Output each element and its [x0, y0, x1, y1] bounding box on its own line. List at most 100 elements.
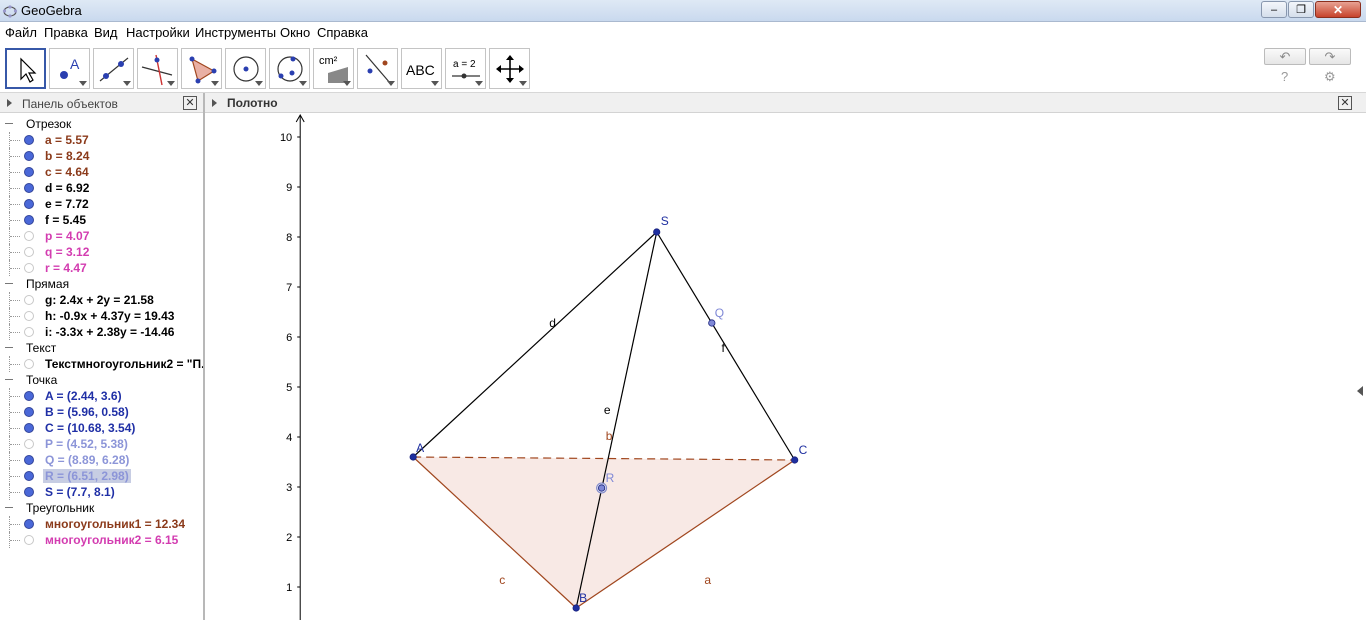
- slider-tool[interactable]: a = 2: [445, 48, 486, 89]
- visibility-toggle-icon[interactable]: [24, 311, 34, 321]
- visibility-toggle-icon[interactable]: [24, 391, 34, 401]
- menu-edit[interactable]: Правка: [44, 25, 88, 40]
- chevron-down-icon: [79, 81, 87, 86]
- collapse-minus-icon[interactable]: [5, 283, 13, 284]
- visibility-toggle-icon[interactable]: [24, 183, 34, 193]
- help-icon[interactable]: ?: [1281, 69, 1288, 84]
- visibility-toggle-icon[interactable]: [24, 535, 34, 545]
- graphics-view-close-button[interactable]: ✕: [1338, 96, 1352, 110]
- segment-label-b: b: [606, 429, 613, 443]
- visibility-toggle-icon[interactable]: [24, 151, 34, 161]
- object-row[interactable]: q = 3.12: [0, 244, 203, 260]
- settings-icon[interactable]: ⚙: [1324, 69, 1336, 85]
- point-s[interactable]: [653, 228, 661, 236]
- visibility-toggle-icon[interactable]: [24, 407, 34, 417]
- visibility-toggle-icon[interactable]: [24, 135, 34, 145]
- point-c[interactable]: [791, 456, 799, 464]
- object-row[interactable]: многоугольник2 = 6.15: [0, 532, 203, 548]
- point-label-a: A: [416, 441, 424, 455]
- object-row[interactable]: h: -0.9x + 4.37y = 19.43: [0, 308, 203, 324]
- object-row[interactable]: Текстмногоугольник2 = "П...: [0, 356, 203, 372]
- visibility-toggle-icon[interactable]: [24, 199, 34, 209]
- visibility-toggle-icon[interactable]: [24, 423, 34, 433]
- object-row[interactable]: C = (10.68, 3.54): [0, 420, 203, 436]
- redo-button[interactable]: ↷: [1309, 48, 1351, 65]
- object-definition: a = 5.57: [45, 133, 89, 147]
- collapse-minus-icon[interactable]: [5, 507, 13, 508]
- segment-label-c: c: [499, 573, 505, 587]
- collapse-minus-icon[interactable]: [5, 123, 13, 124]
- object-row[interactable]: a = 5.57: [0, 132, 203, 148]
- y-axis-tick-label: 5: [286, 382, 292, 394]
- visibility-toggle-icon[interactable]: [24, 455, 34, 465]
- visibility-toggle-icon[interactable]: [24, 295, 34, 305]
- undo-button[interactable]: ↶: [1264, 48, 1306, 65]
- visibility-toggle-icon[interactable]: [24, 263, 34, 273]
- algebra-view-close-button[interactable]: ✕: [183, 96, 197, 110]
- close-button[interactable]: ✕: [1315, 1, 1361, 18]
- circle-tool[interactable]: [225, 48, 266, 89]
- object-row[interactable]: S = (7.7, 8.1): [0, 484, 203, 500]
- measure-tool[interactable]: cm²: [313, 48, 354, 89]
- segment-f[interactable]: [656, 231, 796, 461]
- menu-window[interactable]: Окно: [280, 25, 310, 40]
- perpendicular-tool[interactable]: [137, 48, 178, 89]
- visibility-toggle-icon[interactable]: [24, 327, 34, 337]
- visibility-toggle-icon[interactable]: [24, 167, 34, 177]
- object-row[interactable]: B = (5.96, 0.58): [0, 404, 203, 420]
- menu-tools[interactable]: Инструменты: [195, 25, 276, 40]
- visibility-toggle-icon[interactable]: [24, 471, 34, 481]
- tree-line: [10, 188, 20, 189]
- object-row[interactable]: c = 4.64: [0, 164, 203, 180]
- reflect-tool[interactable]: [357, 48, 398, 89]
- point-r[interactable]: [598, 484, 606, 492]
- object-row[interactable]: R = (6.51, 2.98): [0, 468, 203, 484]
- menu-settings[interactable]: Настройки: [126, 25, 190, 40]
- object-row[interactable]: A = (2.44, 3.6): [0, 388, 203, 404]
- object-row[interactable]: e = 7.72: [0, 196, 203, 212]
- maximize-button[interactable]: ❐: [1288, 1, 1314, 18]
- menu-help[interactable]: Справка: [317, 25, 368, 40]
- move-view-tool[interactable]: [489, 48, 530, 89]
- object-definition: p = 4.07: [45, 229, 90, 243]
- line-tool[interactable]: [93, 48, 134, 89]
- object-row[interactable]: i: -3.3x + 2.38y = -14.46: [0, 324, 203, 340]
- graphics-canvas[interactable]: 1 2 3 4 5 6 7 8 9 10 a b c d e f A B C S Q R: [205, 114, 1366, 620]
- menu-view[interactable]: Вид: [94, 25, 118, 40]
- object-row[interactable]: b = 8.24: [0, 148, 203, 164]
- object-row[interactable]: Q = (8.89, 6.28): [0, 452, 203, 468]
- object-row[interactable]: g: 2.4x + 2y = 21.58: [0, 292, 203, 308]
- object-row[interactable]: многоугольник1 = 12.34: [0, 516, 203, 532]
- object-row[interactable]: d = 6.92: [0, 180, 203, 196]
- visibility-toggle-icon[interactable]: [24, 439, 34, 449]
- visibility-toggle-icon[interactable]: [24, 487, 34, 497]
- visibility-toggle-icon[interactable]: [24, 247, 34, 257]
- object-row[interactable]: r = 4.47: [0, 260, 203, 276]
- collapse-arrow-icon[interactable]: [212, 99, 217, 107]
- visibility-toggle-icon[interactable]: [24, 231, 34, 241]
- point-b[interactable]: [572, 604, 580, 612]
- menu-file[interactable]: Файл: [5, 25, 37, 40]
- visibility-toggle-icon[interactable]: [24, 215, 34, 225]
- maximize-icon: ❐: [1296, 4, 1306, 16]
- sidebar-toggle-icon[interactable]: [1357, 386, 1363, 396]
- object-row[interactable]: P = (4.52, 5.38): [0, 436, 203, 452]
- object-row[interactable]: f = 5.45: [0, 212, 203, 228]
- collapse-minus-icon[interactable]: [5, 379, 13, 380]
- visibility-toggle-icon[interactable]: [24, 519, 34, 529]
- collapse-arrow-icon[interactable]: [7, 99, 12, 107]
- object-row[interactable]: p = 4.07: [0, 228, 203, 244]
- minimize-button[interactable]: –: [1261, 1, 1287, 18]
- point-q[interactable]: [708, 319, 716, 327]
- collapse-minus-icon[interactable]: [5, 347, 13, 348]
- object-definition: q = 3.12: [45, 245, 90, 259]
- conic-tool[interactable]: [269, 48, 310, 89]
- segment-d[interactable]: [412, 231, 658, 458]
- point-tool[interactable]: A: [49, 48, 90, 89]
- visibility-toggle-icon[interactable]: [24, 359, 34, 369]
- text-tool[interactable]: ABC: [401, 48, 442, 89]
- graphics-view[interactable]: 1 2 3 4 5 6 7 8 9 10 a b c d e f A B C S Q R: [205, 114, 1366, 620]
- move-tool[interactable]: [5, 48, 46, 89]
- polygon-tool[interactable]: [181, 48, 222, 89]
- measure-tool-label: cm²: [319, 55, 338, 67]
